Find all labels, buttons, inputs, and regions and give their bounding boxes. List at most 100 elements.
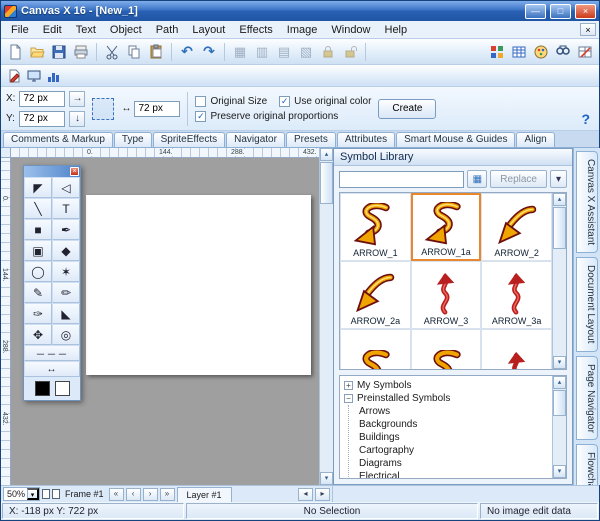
original-size-checkbox[interactable]: Original Size [195,95,267,107]
tree-item-diagrams[interactable]: Diagrams [359,457,550,470]
rectangle-tool[interactable]: ■ [24,219,52,240]
tree-item-preinstalled-symbols[interactable]: − Preinstalled Symbols [344,392,550,405]
scroll-up-icon[interactable]: ▴ [553,376,566,389]
tree-item-backgrounds[interactable]: Backgrounds [359,418,550,431]
replace-symbol-icon[interactable]: ▦ [467,170,488,188]
scroll-left-icon[interactable]: ◂ [298,487,313,501]
select-tool[interactable]: ◤ [24,177,52,198]
stroke-color-well[interactable] [34,381,50,396]
tree-item-cartography[interactable]: Cartography [359,444,550,457]
toolbox-icon[interactable] [486,41,508,63]
symbol-cell[interactable]: ARROW_3a [481,261,552,329]
group-icon[interactable]: ▦ [229,41,251,63]
palette-close-icon[interactable]: × [70,167,79,176]
proof-setup-icon[interactable] [4,67,24,85]
checkbox-checked-icon[interactable]: ✓ [195,110,207,122]
open-icon[interactable] [26,41,48,63]
y-input[interactable] [19,110,66,127]
lock-icon[interactable] [317,41,339,63]
paste-icon[interactable] [145,41,167,63]
tree-scrollbar[interactable]: ▴ ▾ [552,376,566,478]
align-icon[interactable]: ▤ [273,41,295,63]
next-frame-icon[interactable]: › [142,487,158,501]
symbol-cell[interactable]: ARROW_1 [340,193,411,261]
symbol-cell-partial[interactable] [340,329,411,369]
zoom-control[interactable]: 50% ▾ [3,487,41,501]
first-frame-icon[interactable]: « [108,487,124,501]
scrollbar-thumb[interactable] [553,390,566,416]
tab-document-layout[interactable]: Document Layout [576,257,598,352]
palette-icon[interactable] [530,41,552,63]
ellipse-tool[interactable]: ◯ [24,261,52,282]
tree-item-arrows[interactable]: Arrows [359,405,550,418]
scroll-up-icon[interactable]: ▴ [320,148,333,161]
tab-attributes[interactable]: Attributes [336,132,396,147]
x-input[interactable] [19,90,66,107]
checkbox-empty-icon[interactable] [195,95,207,107]
tool-palette-titlebar[interactable]: × [24,166,80,177]
x-arrow-icon[interactable]: → [69,90,86,107]
layer-tab[interactable]: Layer #1 [176,487,232,502]
copy-icon[interactable] [123,41,145,63]
tab-navigator[interactable]: Navigator [226,132,285,147]
expand-icon[interactable]: + [344,381,353,390]
menu-file[interactable]: File [4,22,36,38]
histogram-icon[interactable] [44,67,64,85]
scrollbar-thumb[interactable] [320,162,333,204]
add-page-icon[interactable] [52,489,61,499]
cut-icon[interactable] [101,41,123,63]
symbol-cell[interactable]: ARROW_2a [340,261,411,329]
scroll-down-icon[interactable]: ▾ [553,356,566,369]
tab-type[interactable]: Type [113,132,152,147]
symbol-grid-scrollbar[interactable]: ▴ ▾ [552,193,566,369]
zoom-tool[interactable]: ◎ [52,324,80,345]
tree-item-my-symbols[interactable]: + My Symbols [344,379,550,392]
grid-edit-icon[interactable] [574,41,596,63]
print-icon[interactable] [70,41,92,63]
y-arrow-icon[interactable]: ↓ [69,110,86,127]
document-close-icon[interactable]: × [580,23,596,36]
hand-tool[interactable]: ✥ [24,324,52,345]
brush-tool[interactable]: ✑ [24,303,52,324]
ruler-origin[interactable] [1,148,11,158]
line-tool[interactable]: ╲ [24,198,52,219]
checkbox-checked-icon[interactable]: ✓ [279,95,291,107]
unlock-icon[interactable] [339,41,361,63]
menu-effects[interactable]: Effects [232,22,279,38]
tab-align[interactable]: Align [516,132,555,147]
new-document-icon[interactable] [4,41,26,63]
find-icon[interactable] [552,41,574,63]
document-page[interactable] [86,195,311,375]
eyedropper-tool[interactable]: ✎ [24,282,52,303]
zoom-dropdown-icon[interactable]: ▾ [27,488,40,500]
save-icon[interactable] [48,41,70,63]
ungroup-icon[interactable]: ▥ [251,41,273,63]
help-icon[interactable]: ? [581,111,590,127]
symbol-cell[interactable]: ARROW_3 [410,261,482,329]
undo-icon[interactable]: ↶ [176,41,198,63]
direct-select-tool[interactable]: ◁ [52,177,80,198]
bucket-tool[interactable]: ◣ [52,303,80,324]
canvas-area[interactable]: 0. 144. 288. 432. 0. 144. 288. 432. × ◤ [1,148,333,485]
symbol-library-header[interactable]: Symbol Library [334,149,572,166]
menu-path[interactable]: Path [149,22,186,38]
menu-layout[interactable]: Layout [185,22,232,38]
preserve-proportions-checkbox[interactable]: ✓ Preserve original proportions [195,110,371,122]
redo-icon[interactable]: ↷ [198,41,220,63]
menu-text[interactable]: Text [69,22,103,38]
use-original-color-checkbox[interactable]: ✓ Use original color [279,95,371,107]
close-button[interactable]: × [575,3,596,19]
minimize-button[interactable]: — [525,3,546,19]
width-input[interactable] [134,100,181,117]
scroll-right-icon[interactable]: ▸ [315,487,330,501]
previous-frame-icon[interactable]: ‹ [125,487,141,501]
library-options-dropdown-icon[interactable]: ▾ [550,170,567,188]
tab-spriteeffects[interactable]: SpriteEffects [152,132,226,147]
tab-smart-mouse-guides[interactable]: Smart Mouse & Guides [396,132,516,147]
symbol-search-input[interactable] [339,170,465,188]
create-button[interactable]: Create [378,98,437,119]
tab-page-navigator[interactable]: Page Navigator [576,355,598,441]
arrow-style-button[interactable]: ↔ [24,361,80,377]
menu-help[interactable]: Help [378,22,415,38]
symbol-cell-partial[interactable] [481,329,552,369]
